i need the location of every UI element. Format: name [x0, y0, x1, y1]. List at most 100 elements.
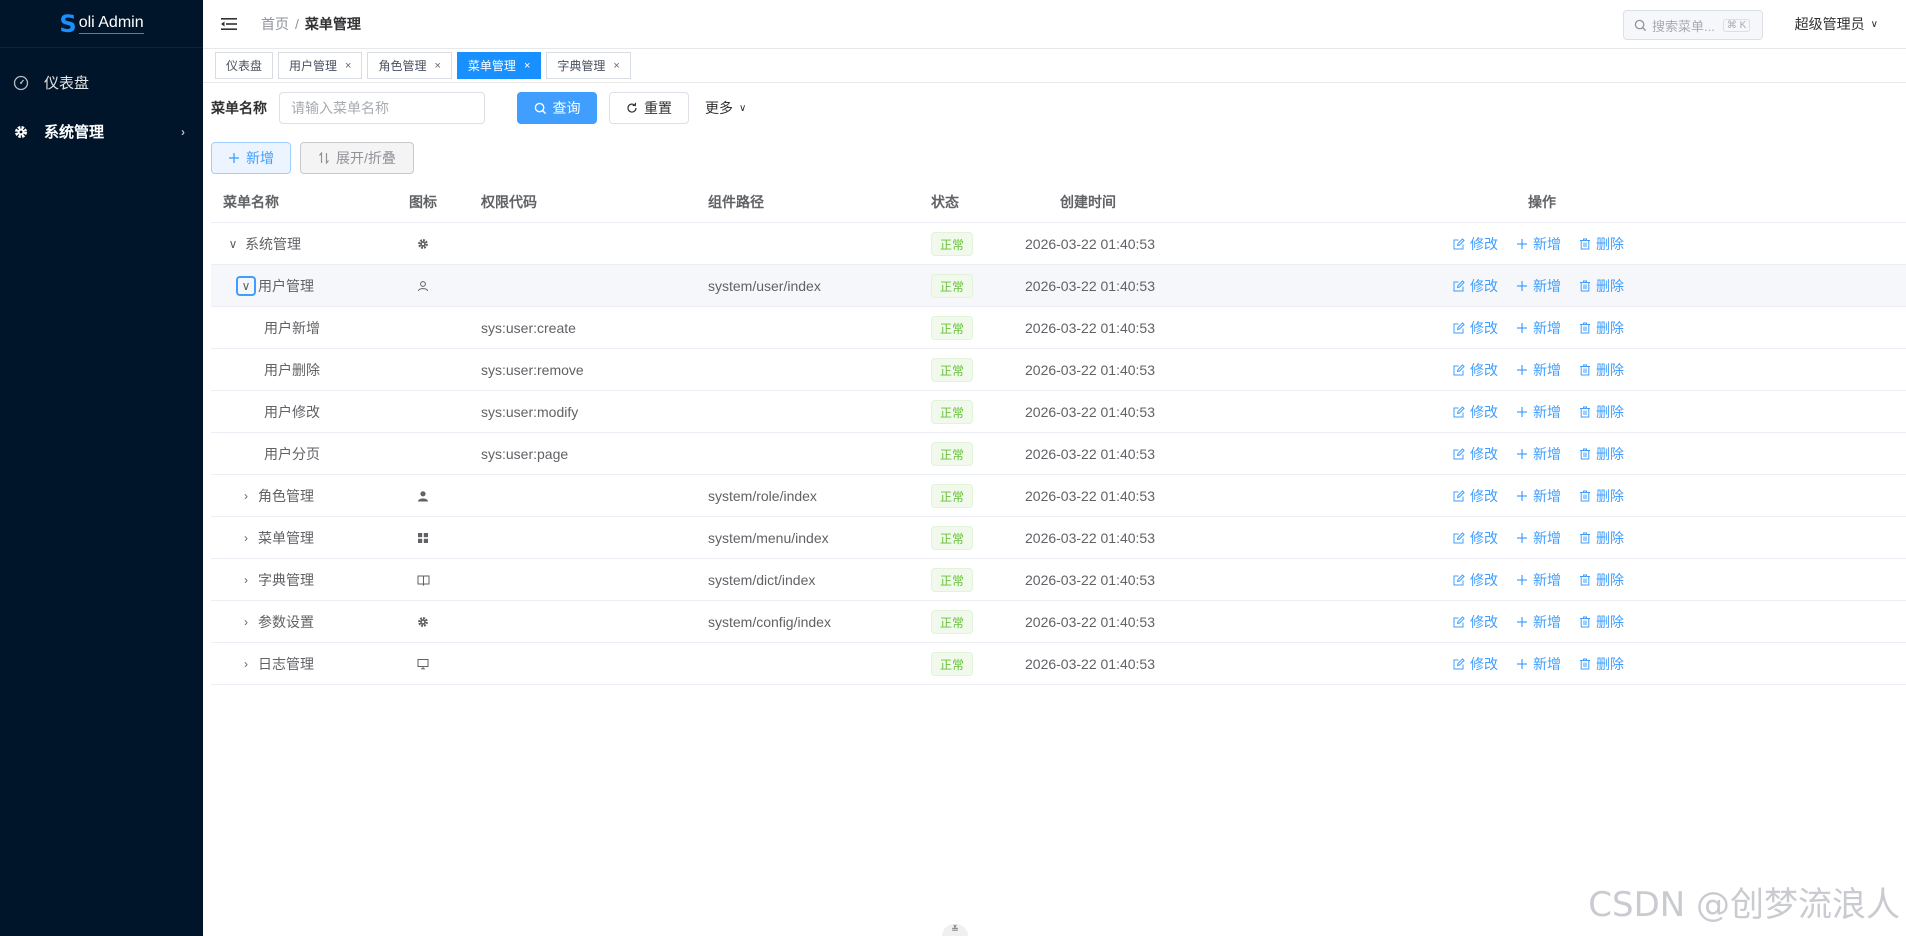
- tab-user[interactable]: 用户管理 ×: [278, 52, 363, 79]
- edit-button[interactable]: 修改: [1453, 318, 1498, 338]
- delete-button[interactable]: 删除: [1579, 486, 1624, 506]
- cell-status: 正常: [931, 265, 974, 307]
- delete-button[interactable]: 删除: [1579, 528, 1624, 548]
- add-child-button[interactable]: 新增: [1516, 612, 1561, 632]
- edit-icon: [1453, 490, 1465, 502]
- edit-button[interactable]: 修改: [1453, 444, 1498, 464]
- user-menu[interactable]: 超级管理员 ∨: [1795, 14, 1878, 34]
- edit-label: 修改: [1470, 656, 1498, 672]
- add-child-button[interactable]: 新增: [1516, 486, 1561, 506]
- tab-dict[interactable]: 字典管理 ×: [546, 52, 631, 79]
- status-badge: 正常: [931, 358, 974, 382]
- table-row[interactable]: › 字典管理 system/dict/index 正常 2026-03-22 01…: [211, 559, 1906, 601]
- edit-button[interactable]: 修改: [1453, 654, 1498, 674]
- add-child-button[interactable]: 新增: [1516, 570, 1561, 590]
- menu-search-input[interactable]: 搜索菜单... ⌘ K: [1623, 10, 1763, 40]
- add-child-button[interactable]: 新增: [1516, 654, 1561, 674]
- add-child-button[interactable]: 新增: [1516, 276, 1561, 296]
- table-row[interactable]: 用户删除 sys:user:remove 正常 2026-03-22 01:40…: [211, 349, 1906, 391]
- bottom-collapse-icon[interactable]: ≚: [942, 924, 968, 936]
- add-child-button[interactable]: 新增: [1516, 444, 1561, 464]
- edit-icon: [1453, 616, 1465, 628]
- add-child-button[interactable]: 新增: [1516, 402, 1561, 422]
- add-child-button[interactable]: 新增: [1516, 234, 1561, 254]
- table-row[interactable]: › 角色管理 system/role/index 正常 2026-03-22 01…: [211, 475, 1906, 517]
- table-row[interactable]: 用户分页 sys:user:page 正常 2026-03-22 01:40:5…: [211, 433, 1906, 475]
- add-label: 新增: [1533, 278, 1561, 294]
- reset-button[interactable]: 重置: [609, 92, 689, 124]
- add-child-button[interactable]: 新增: [1516, 360, 1561, 380]
- status-badge: 正常: [931, 274, 974, 298]
- edit-button[interactable]: 修改: [1453, 234, 1498, 254]
- close-icon[interactable]: ×: [345, 60, 351, 72]
- tab-menu[interactable]: 菜单管理 ×: [456, 52, 542, 79]
- delete-button[interactable]: 删除: [1579, 318, 1624, 338]
- chevron-right-icon[interactable]: ›: [238, 656, 254, 672]
- chevron-right-icon: ›: [181, 124, 185, 139]
- column-header-perm: 权限代码: [481, 194, 537, 210]
- query-button[interactable]: 查询: [517, 92, 597, 124]
- trash-icon: [1579, 364, 1591, 376]
- edit-button[interactable]: 修改: [1453, 360, 1498, 380]
- delete-button[interactable]: 删除: [1579, 654, 1624, 674]
- status-badge: 正常: [931, 568, 974, 592]
- edit-button[interactable]: 修改: [1453, 528, 1498, 548]
- close-icon[interactable]: ×: [434, 60, 440, 72]
- cell-time: 2026-03-22 01:40:53: [1025, 362, 1155, 378]
- trash-icon: [1579, 616, 1591, 628]
- cell-name: › 菜单管理: [238, 517, 314, 559]
- add-child-button[interactable]: 新增: [1516, 528, 1561, 548]
- sidebar-item-system[interactable]: 系统管理 ›: [0, 107, 203, 156]
- edit-icon: [1453, 532, 1465, 544]
- status-badge: 正常: [931, 232, 974, 256]
- table-row[interactable]: › 菜单管理 system/menu/index 正常 2026-03-22 01…: [211, 517, 1906, 559]
- edit-button[interactable]: 修改: [1453, 276, 1498, 296]
- add-label: 新增: [1533, 362, 1561, 378]
- expand-collapse-button[interactable]: 展开/折叠: [300, 142, 414, 174]
- delete-button[interactable]: 删除: [1579, 234, 1624, 254]
- delete-button[interactable]: 删除: [1579, 612, 1624, 632]
- status-badge: 正常: [931, 484, 974, 508]
- table-row[interactable]: › 参数设置 system/config/index 正常 2026-03-22 …: [211, 601, 1906, 643]
- edit-button[interactable]: 修改: [1453, 612, 1498, 632]
- table-row[interactable]: ∨ 系统管理 正常 2026-03-22 01:40:53 修改 新增 删除: [211, 223, 1906, 265]
- table-row[interactable]: ∨ 用户管理 system/user/index 正常 2026-03-22 01…: [211, 265, 1906, 307]
- cell-path: system/config/index: [708, 614, 831, 630]
- tab-dashboard[interactable]: 仪表盘: [215, 52, 274, 79]
- chevron-down-icon[interactable]: ∨: [225, 236, 241, 252]
- breadcrumb-home[interactable]: 首页: [261, 14, 289, 34]
- menu-toggle-icon[interactable]: [221, 17, 241, 31]
- close-icon[interactable]: ×: [524, 60, 530, 72]
- tab-role[interactable]: 角色管理 ×: [367, 52, 452, 79]
- chevron-right-icon[interactable]: ›: [238, 614, 254, 630]
- edit-button[interactable]: 修改: [1453, 402, 1498, 422]
- menu-name-input[interactable]: [279, 92, 485, 124]
- sidebar-item-dashboard[interactable]: 仪表盘: [0, 58, 203, 107]
- table-row[interactable]: 用户新增 sys:user:create 正常 2026-03-22 01:40…: [211, 307, 1906, 349]
- trash-icon: [1579, 532, 1591, 544]
- more-filters-toggle[interactable]: 更多 ∨: [705, 98, 746, 118]
- chevron-right-icon[interactable]: ›: [238, 488, 254, 504]
- delete-button[interactable]: 删除: [1579, 570, 1624, 590]
- delete-label: 删除: [1596, 236, 1624, 252]
- cell-ops: 修改 新增 删除: [1453, 307, 1642, 349]
- chevron-right-icon[interactable]: ›: [238, 572, 254, 588]
- app-logo[interactable]: S oli Admin: [0, 0, 203, 48]
- table-row[interactable]: › 日志管理 正常 2026-03-22 01:40:53 修改 新增 删除: [211, 643, 1906, 685]
- table-row[interactable]: 用户修改 sys:user:modify 正常 2026-03-22 01:40…: [211, 391, 1906, 433]
- add-menu-button[interactable]: 新增: [211, 142, 291, 174]
- chevron-right-icon[interactable]: ›: [238, 530, 254, 546]
- delete-button[interactable]: 删除: [1579, 360, 1624, 380]
- cell-time: 2026-03-22 01:40:53: [1025, 488, 1155, 504]
- chevron-down-icon[interactable]: ∨: [236, 276, 256, 296]
- menu-name: 用户管理: [258, 278, 314, 294]
- delete-button[interactable]: 删除: [1579, 444, 1624, 464]
- close-icon[interactable]: ×: [613, 60, 619, 72]
- add-child-button[interactable]: 新增: [1516, 318, 1561, 338]
- trash-icon: [1579, 238, 1591, 250]
- edit-button[interactable]: 修改: [1453, 486, 1498, 506]
- edit-button[interactable]: 修改: [1453, 570, 1498, 590]
- menu-name: 用户分页: [264, 446, 320, 462]
- delete-button[interactable]: 删除: [1579, 402, 1624, 422]
- delete-button[interactable]: 删除: [1579, 276, 1624, 296]
